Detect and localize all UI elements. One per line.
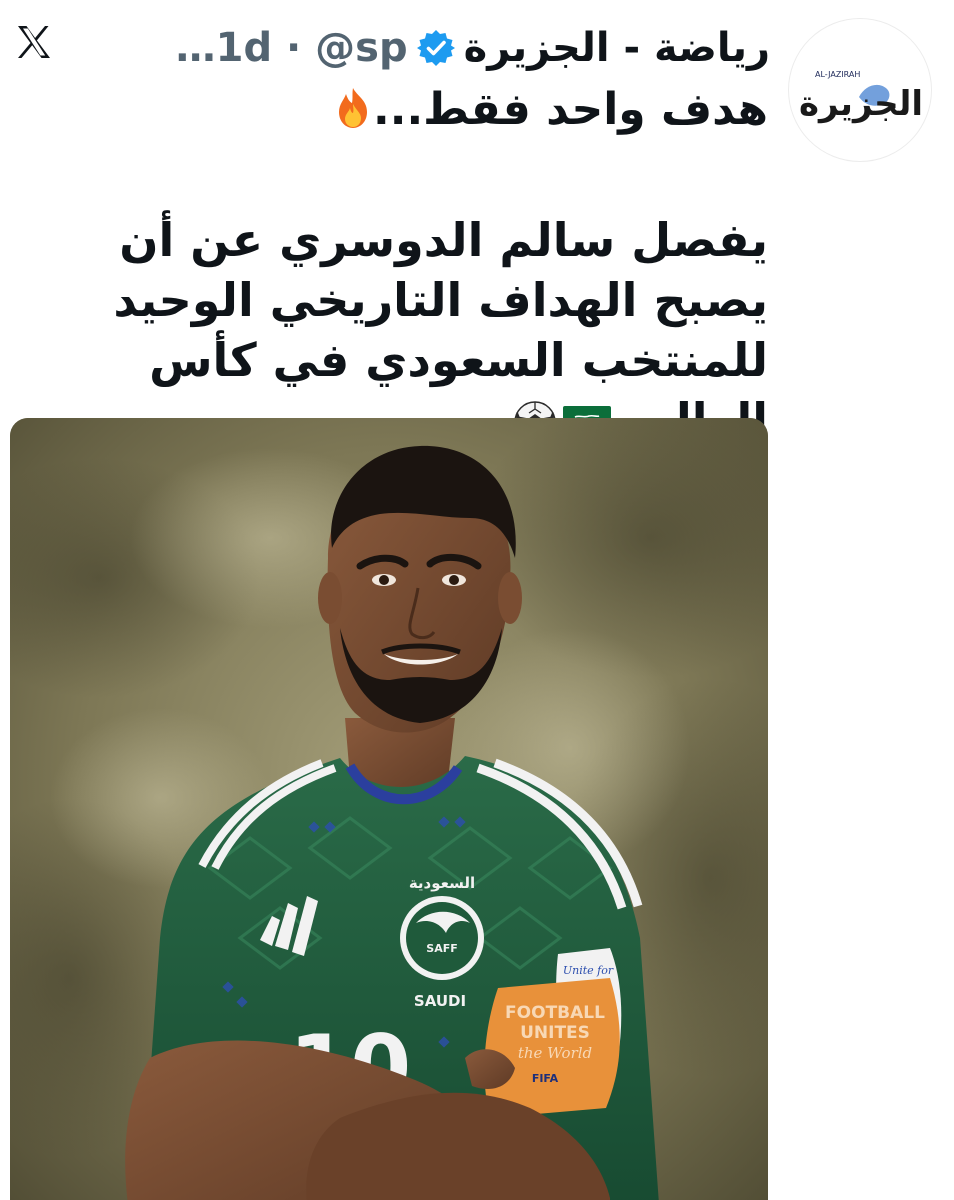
avatar-tagline: AL-JAZIRAH: [815, 70, 860, 79]
avatar[interactable]: AL-JAZIRAH الجزيرة: [788, 18, 932, 162]
avatar-wordmark: الجزيرة: [799, 84, 923, 124]
x-logo-icon[interactable]: [14, 22, 54, 62]
armband-line-4: the World: [518, 1044, 592, 1062]
fire-icon: [333, 86, 373, 130]
armband-line-5: FIFA: [532, 1072, 559, 1085]
al-jazirah-logo-icon: AL-JAZIRAH الجزيرة: [799, 70, 923, 124]
tweet-body-text: يفصل سالم الدوسري عن أن يصبح الهداف التا…: [113, 213, 768, 447]
tweet-headline-text: هدف واحد فقط...: [373, 84, 768, 135]
crest-badge-text: SAFF: [426, 942, 457, 955]
tweet-headline: هدف واحد فقط...: [168, 80, 768, 140]
armband-line-3: UNITES: [520, 1023, 590, 1043]
verified-badge-icon: [416, 28, 456, 68]
author-display-name[interactable]: رياضة - الجزيرة: [464, 25, 770, 71]
armband-line-1: Unite for: [563, 964, 614, 977]
tweet-photo[interactable]: SAFF السعودية SAUDI 10 Unite for FOOTBAL…: [10, 418, 768, 1200]
jersey-country-text: SAUDI: [414, 992, 466, 1010]
tweet-header: رياضة - الجزيرة …1d · @sp: [176, 20, 770, 76]
tweet-screenshot: AL-JAZIRAH الجزيرة رياضة - الجزيرة …1d ·…: [0, 0, 954, 1200]
armband-line-2: FOOTBALL: [505, 1003, 605, 1023]
author-handle-time[interactable]: …1d · @sp: [176, 25, 408, 71]
player-portrait-image: SAFF السعودية SAUDI 10 Unite for FOOTBAL…: [10, 418, 768, 1200]
tweet-body: يفصل سالم الدوسري عن أن يصبح الهداف التا…: [8, 210, 768, 450]
jersey-arabic-text: السعودية: [409, 874, 475, 892]
